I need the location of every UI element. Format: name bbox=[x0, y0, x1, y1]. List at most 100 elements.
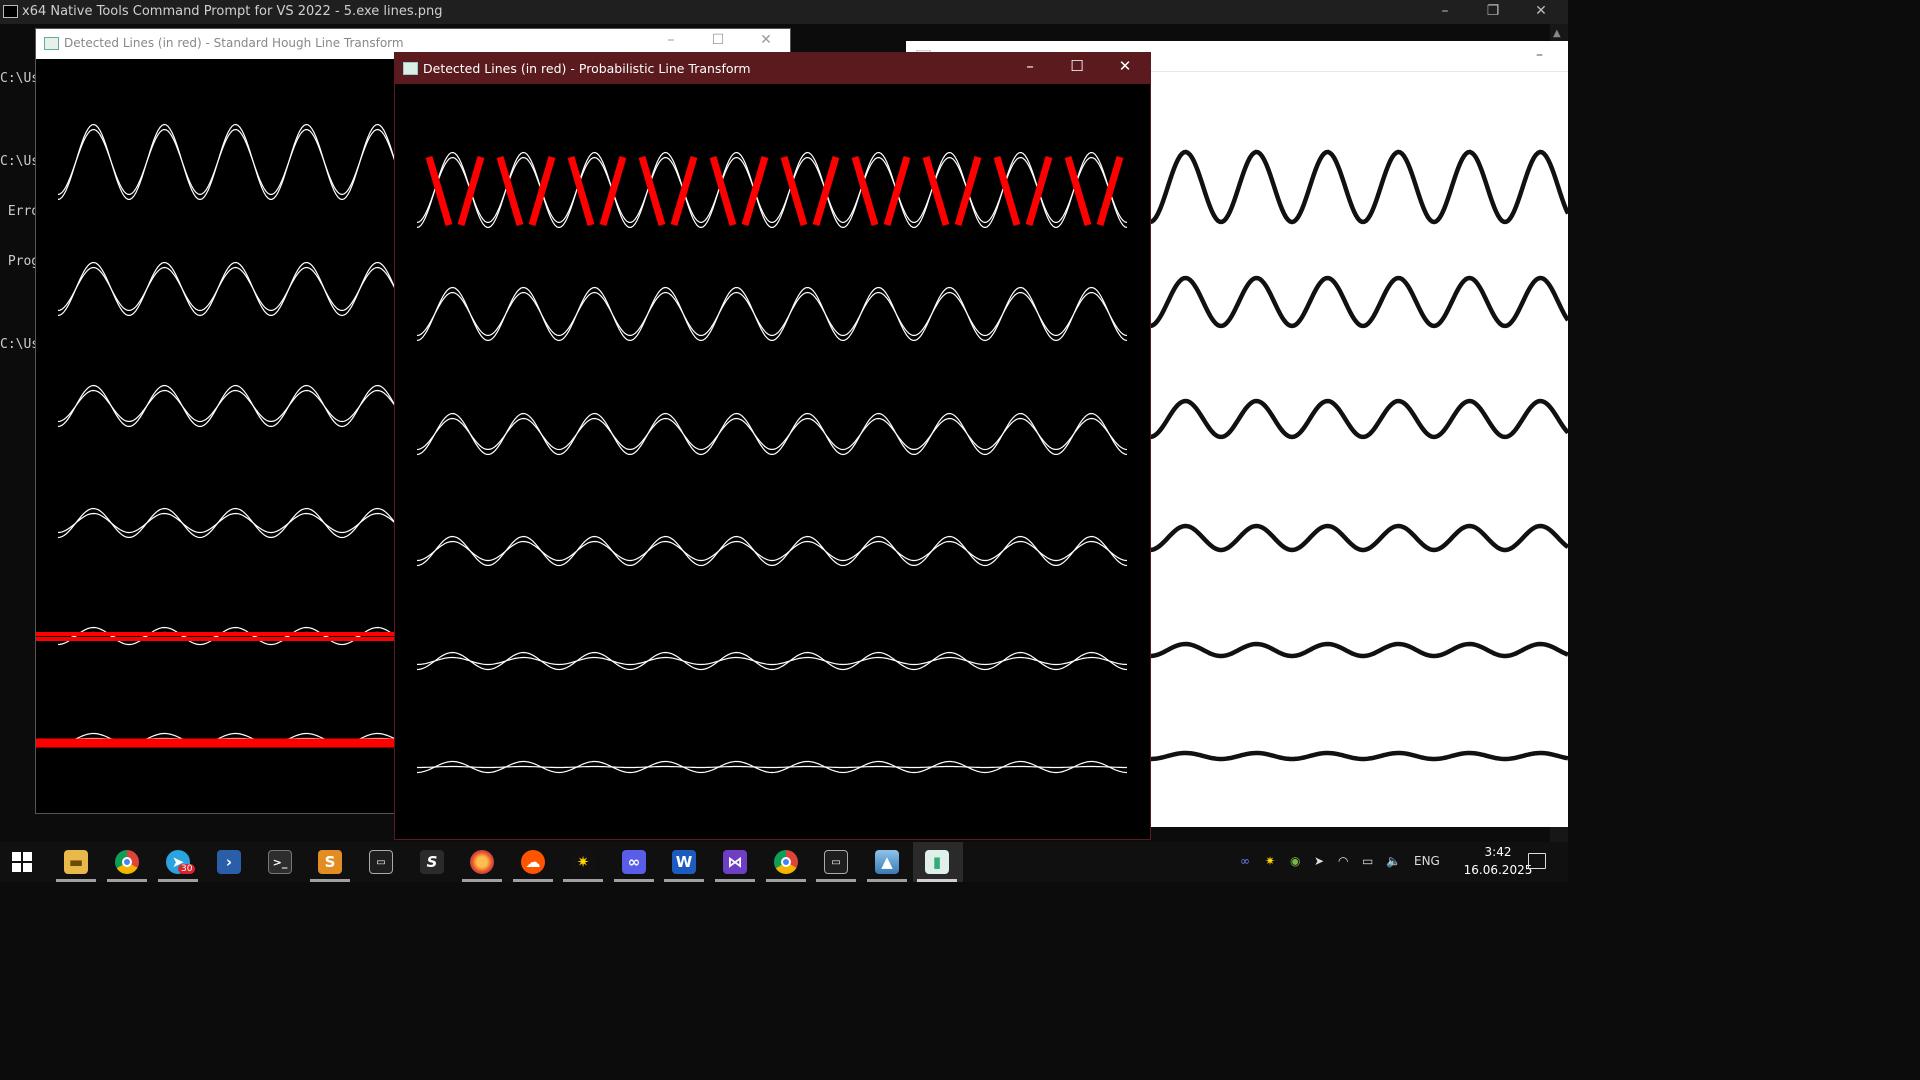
edge-wave-inner bbox=[57, 266, 397, 312]
detected-line-segment bbox=[567, 156, 595, 226]
edge-wave-inner bbox=[416, 417, 1128, 451]
opencv-window-icon[interactable]: ▮ bbox=[925, 850, 949, 874]
running-indicator bbox=[158, 879, 198, 882]
console-line: C:\Us bbox=[0, 154, 40, 170]
console-titlebar[interactable]: x64 Native Tools Command Prompt for VS 2… bbox=[0, 0, 1568, 24]
edge-wave-inner bbox=[416, 156, 1128, 224]
edge-wave-inner bbox=[57, 512, 397, 534]
source-wave bbox=[1149, 523, 1568, 553]
terminal-icon[interactable]: >_ bbox=[268, 850, 292, 874]
close-icon[interactable]: ✕ bbox=[743, 32, 789, 48]
restore-icon[interactable]: ❐ bbox=[1470, 0, 1516, 24]
language-indicator[interactable]: ENG bbox=[1414, 854, 1440, 868]
minimize-icon[interactable]: – bbox=[1007, 57, 1053, 75]
detected-line-segment bbox=[425, 156, 453, 226]
edge-wave-outer bbox=[416, 151, 1128, 229]
minimize-icon[interactable]: – bbox=[1536, 47, 1543, 63]
edge-wave-outer bbox=[57, 507, 397, 539]
telegram-badge: 30 bbox=[178, 864, 196, 874]
system-tray: ∞ ✷ ◉ ➤ ◠ ▭ 🔈 ENG 3:42 16.06.2025 bbox=[1230, 842, 1568, 882]
chrome-icon[interactable] bbox=[115, 850, 139, 874]
window-icon bbox=[403, 62, 418, 75]
console-output: C:\Us C:\Us Erro Prog C:\Us bbox=[0, 38, 39, 386]
source-wave bbox=[1149, 641, 1568, 659]
console-line: Erro bbox=[0, 203, 40, 219]
standard-detected-lines bbox=[36, 632, 396, 748]
sun-tray-icon[interactable]: ✷ bbox=[1265, 854, 1275, 868]
edge-wave-inner bbox=[416, 540, 1128, 562]
detected-line-segment bbox=[922, 156, 950, 226]
edge-wave-inner bbox=[57, 389, 397, 423]
detected-line-segment bbox=[496, 156, 524, 226]
word-icon[interactable]: W bbox=[672, 850, 696, 874]
running-indicator bbox=[513, 879, 553, 882]
running-indicator bbox=[664, 879, 704, 882]
console-title: x64 Native Tools Command Prompt for VS 2… bbox=[22, 4, 443, 19]
s-app-icon[interactable]: S bbox=[420, 850, 444, 874]
edge-wave-inner bbox=[416, 656, 1128, 666]
wifi-icon[interactable]: ◠ bbox=[1338, 854, 1348, 868]
command-prompt-icon[interactable]: ▭ bbox=[369, 850, 393, 874]
running-indicator bbox=[462, 879, 502, 882]
soundcloud-icon[interactable]: ☁ bbox=[521, 850, 545, 874]
running-indicator bbox=[310, 879, 350, 882]
running-indicator bbox=[107, 879, 147, 882]
notification-icon[interactable] bbox=[1528, 853, 1546, 869]
edge-wave-inner bbox=[57, 128, 397, 196]
edge-wave-outer bbox=[57, 123, 397, 201]
sun-app-icon[interactable]: ✷ bbox=[571, 850, 595, 874]
edge-wave-outer bbox=[57, 261, 397, 317]
probabilistic-edge-waves bbox=[416, 151, 1128, 774]
telegram-tray-icon[interactable]: ➤ bbox=[1314, 854, 1324, 868]
minimize-icon[interactable]: – bbox=[648, 32, 694, 48]
scroll-up-icon[interactable]: ▲ bbox=[1553, 28, 1561, 39]
running-indicator bbox=[614, 879, 654, 882]
chrome-canary-icon[interactable] bbox=[774, 850, 798, 874]
detected-line-segment bbox=[709, 156, 737, 226]
volume-icon[interactable]: 🔈 bbox=[1386, 854, 1401, 868]
probabilistic-title: Detected Lines (in red) - Probabilistic … bbox=[423, 61, 751, 76]
photos-icon[interactable]: ▲ bbox=[875, 850, 899, 874]
edge-wave-inner bbox=[417, 765, 1127, 769]
powershell-icon[interactable]: › bbox=[217, 850, 241, 874]
detected-line-segment bbox=[993, 156, 1021, 226]
source-wave bbox=[1149, 398, 1568, 440]
detected-line-segment bbox=[780, 156, 808, 226]
running-indicator bbox=[56, 879, 96, 882]
console-icon[interactable]: ▭ bbox=[824, 850, 848, 874]
window-icon bbox=[44, 37, 59, 50]
probabilistic-image bbox=[416, 151, 1128, 774]
running-indicator bbox=[563, 879, 603, 882]
minimize-icon[interactable]: – bbox=[1422, 0, 1468, 24]
probabilistic-window[interactable]: Detected Lines (in red) - Probabilistic … bbox=[394, 52, 1151, 840]
console-line: Prog bbox=[0, 253, 40, 269]
battery-icon[interactable]: ▭ bbox=[1362, 854, 1373, 868]
running-indicator bbox=[766, 879, 806, 882]
maximize-icon[interactable]: ☐ bbox=[1054, 57, 1100, 75]
standard-title: Detected Lines (in red) - Standard Hough… bbox=[64, 36, 404, 50]
clock-time[interactable]: 3:42 bbox=[1468, 845, 1528, 859]
close-icon[interactable]: ✕ bbox=[1102, 57, 1148, 75]
start-icon[interactable] bbox=[12, 852, 32, 872]
running-indicator bbox=[867, 879, 907, 882]
probabilistic-titlebar[interactable]: Detected Lines (in red) - Probabilistic … bbox=[395, 53, 1150, 84]
source-waves bbox=[1149, 149, 1568, 762]
maximize-icon[interactable]: ☐ bbox=[695, 32, 741, 48]
edge-wave-outer bbox=[416, 412, 1128, 456]
detected-line-segment bbox=[851, 156, 879, 226]
sublime-text-icon[interactable]: S bbox=[318, 850, 342, 874]
running-indicator bbox=[917, 879, 957, 882]
firefox-icon[interactable] bbox=[470, 850, 494, 874]
detected-line-segment bbox=[638, 156, 666, 226]
link-app-icon[interactable]: ∞ bbox=[622, 850, 646, 874]
close-icon[interactable]: ✕ bbox=[1518, 0, 1564, 24]
standard-edge-waves bbox=[57, 123, 397, 746]
edge-wave-outer bbox=[416, 286, 1128, 342]
edge-wave-outer bbox=[416, 535, 1128, 567]
file-explorer-icon[interactable]: ▬ bbox=[64, 850, 88, 874]
console-line: C:\Us bbox=[0, 336, 40, 352]
link-tray-icon[interactable]: ∞ bbox=[1240, 854, 1250, 868]
visual-studio-icon[interactable]: ⋈ bbox=[723, 850, 747, 874]
edge-wave-inner bbox=[416, 291, 1128, 337]
nvidia-tray-icon[interactable]: ◉ bbox=[1290, 854, 1300, 868]
